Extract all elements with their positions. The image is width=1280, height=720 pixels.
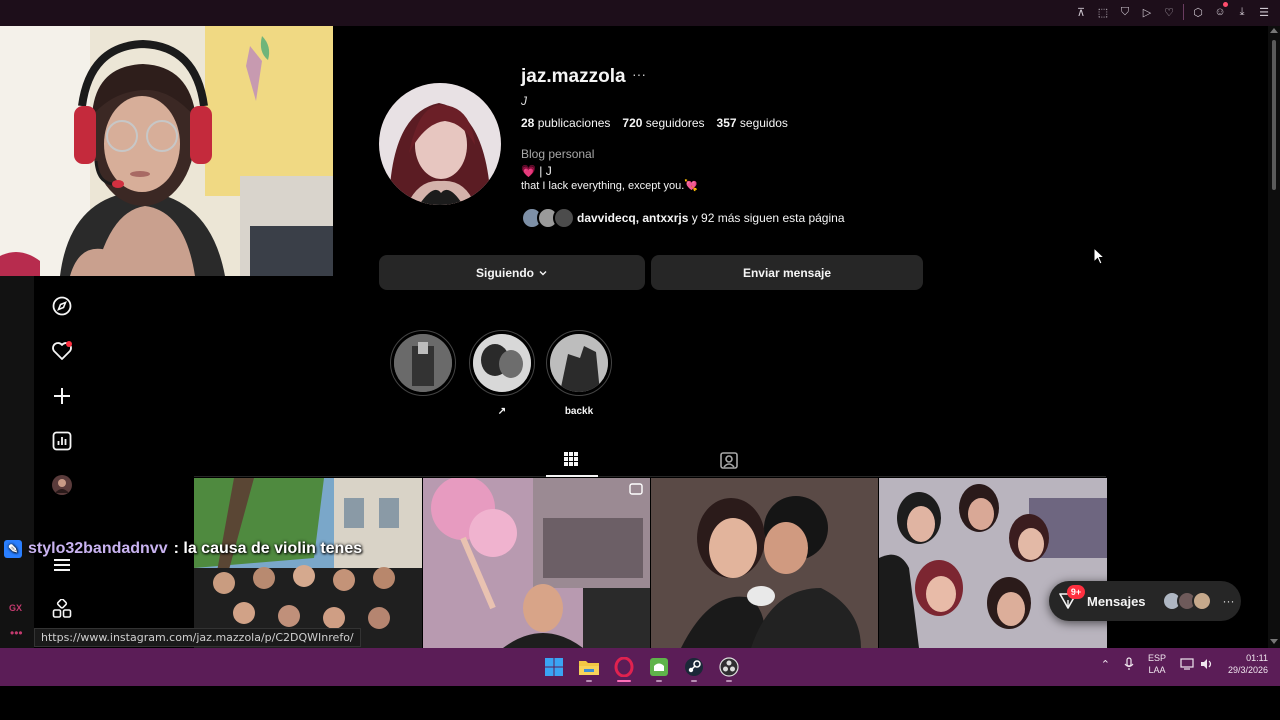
windows-start-icon[interactable] bbox=[540, 653, 568, 681]
conversation-avatars bbox=[1161, 591, 1212, 611]
heart-icon[interactable]: ♡ bbox=[1161, 4, 1177, 20]
browser-toolbar: ⊼ ⬚ ⛉ ▷ ♡ ⬡ ☺ ⤓ ☰ bbox=[0, 0, 1280, 26]
instagram-profile-page: GX ••• jaz.mazzola ··· J 28 publicacione… bbox=[0, 26, 1268, 648]
taskbar-apps bbox=[540, 653, 743, 682]
download-icon[interactable]: ⤓ bbox=[1234, 4, 1250, 20]
posts-grid-tab-icon[interactable] bbox=[559, 447, 583, 471]
opera-gx-icon[interactable] bbox=[610, 653, 638, 682]
system-tray: ⌃ ESP LAA 01:11 29/3/2026 bbox=[1101, 652, 1268, 676]
input-language[interactable]: ESP LAA bbox=[1148, 652, 1166, 676]
story-highlight[interactable] bbox=[390, 330, 456, 406]
posts-stat: 28 publicaciones bbox=[521, 116, 611, 130]
chevron-up-icon[interactable]: ⌃ bbox=[1101, 658, 1110, 671]
followed-by[interactable]: davvidecq, antxxrjs y 92 más siguen esta… bbox=[521, 207, 845, 229]
profile-stats: 28 publicaciones 720 seguidores 357 segu… bbox=[521, 116, 788, 130]
post-thumbnail[interactable] bbox=[879, 478, 1107, 648]
scrollbar-thumb[interactable] bbox=[1272, 40, 1276, 190]
steam-icon[interactable] bbox=[680, 653, 708, 682]
running-indicator bbox=[726, 680, 732, 682]
profile-bio-line: 💗 | J bbox=[521, 164, 552, 178]
microphone-icon[interactable] bbox=[1124, 657, 1134, 671]
story-highlight[interactable]: ↗ bbox=[469, 330, 535, 417]
windows-taskbar: ⌃ ESP LAA 01:11 29/3/2026 bbox=[0, 648, 1280, 686]
clock-date: 29/3/2026 bbox=[1227, 665, 1268, 675]
chat-username: stylo32bandadnvv bbox=[28, 540, 168, 557]
play-icon[interactable]: ▷ bbox=[1139, 4, 1155, 20]
volume-icon bbox=[1200, 659, 1212, 669]
letterbox-bar bbox=[0, 686, 1280, 720]
also-from-meta-icon[interactable] bbox=[44, 591, 80, 627]
network-icon bbox=[1180, 658, 1194, 670]
mouse-cursor-icon bbox=[1093, 246, 1106, 270]
chat-message-text: : la causa de violin tenes bbox=[173, 540, 363, 557]
post-thumbnail[interactable] bbox=[423, 478, 650, 648]
create-icon[interactable] bbox=[44, 378, 80, 414]
keyboard-layout: LAA bbox=[1148, 665, 1166, 675]
tray-status-icons[interactable] bbox=[1180, 658, 1214, 670]
active-app-indicator bbox=[617, 680, 631, 682]
following-button-label: Siguiendo bbox=[476, 265, 534, 280]
dashboard-icon[interactable] bbox=[44, 423, 80, 459]
webcam-overlay bbox=[0, 26, 333, 276]
followed-by-text: davvidecq, antxxrjs y 92 más siguen esta… bbox=[577, 211, 845, 225]
scroll-down-icon[interactable] bbox=[1270, 639, 1278, 644]
profile-icon[interactable]: ☺ bbox=[1212, 2, 1228, 20]
messages-label: Mensajes bbox=[1087, 593, 1146, 609]
link-status-bar: https://www.instagram.com/jaz.mazzola/p/… bbox=[34, 628, 361, 647]
tagged-tab-icon[interactable] bbox=[719, 450, 739, 470]
clock[interactable]: 01:11 29/3/2026 bbox=[1228, 652, 1268, 676]
explore-icon[interactable] bbox=[44, 288, 80, 324]
language-code: ESP bbox=[1147, 653, 1166, 663]
running-indicator bbox=[691, 680, 697, 682]
page-scrollbar[interactable] bbox=[1268, 26, 1280, 648]
send-message-button[interactable]: Enviar mensaje bbox=[651, 255, 923, 290]
shield-icon[interactable]: ⛉ bbox=[1117, 4, 1133, 20]
gx-label[interactable]: GX bbox=[9, 603, 22, 613]
clock-time: 01:11 bbox=[1246, 653, 1268, 663]
stream-chat-message: ✎ stylo32bandadnvv : la causa de violin … bbox=[4, 540, 362, 558]
post-thumbnail[interactable] bbox=[194, 478, 422, 648]
running-indicator bbox=[586, 680, 592, 682]
avatar bbox=[1191, 591, 1212, 611]
more-options-icon[interactable]: ··· bbox=[1223, 594, 1235, 608]
sidebar-more-icon[interactable]: ••• bbox=[10, 626, 23, 640]
story-highlight-label: backk bbox=[564, 406, 594, 417]
following-stat[interactable]: 357 seguidos bbox=[717, 116, 788, 130]
post-thumbnail[interactable] bbox=[651, 478, 878, 648]
toolbar-divider bbox=[1183, 4, 1184, 20]
active-tab-indicator bbox=[546, 475, 598, 477]
file-explorer-icon[interactable] bbox=[575, 653, 603, 682]
screenshot-icon[interactable]: ⬚ bbox=[1095, 4, 1111, 20]
scroll-up-icon[interactable] bbox=[1270, 28, 1278, 33]
running-indicator bbox=[656, 680, 662, 682]
following-button[interactable]: Siguiendo bbox=[379, 255, 645, 290]
follower-avatars bbox=[521, 207, 575, 229]
unread-badge: 9+ bbox=[1067, 585, 1085, 599]
profile-picture[interactable] bbox=[379, 83, 501, 205]
chat-badge-icon: ✎ bbox=[4, 540, 22, 558]
profile-bio-line: that I lack everything, except you.💘 bbox=[521, 180, 698, 192]
obs-icon[interactable] bbox=[715, 653, 743, 682]
menu-icon[interactable]: ☰ bbox=[1256, 4, 1272, 20]
profile-options-icon[interactable]: ··· bbox=[632, 66, 646, 82]
tabs-divider bbox=[194, 476, 1106, 477]
notifications-icon[interactable] bbox=[44, 333, 80, 369]
android-app-icon[interactable] bbox=[645, 653, 673, 682]
messages-widget[interactable]: 9+ Mensajes ··· bbox=[1049, 581, 1241, 621]
profile-display-name: J bbox=[521, 94, 527, 108]
extensions-icon[interactable]: ⬡ bbox=[1190, 4, 1206, 20]
story-highlight[interactable]: backk bbox=[546, 330, 612, 417]
profile-avatar[interactable] bbox=[44, 467, 80, 503]
profile-username: jaz.mazzola bbox=[521, 66, 626, 87]
followers-stat[interactable]: 720 seguidores bbox=[622, 116, 704, 130]
story-highlight-label: ↗ bbox=[497, 406, 507, 417]
chevron-down-icon bbox=[539, 270, 547, 275]
avatar bbox=[553, 207, 575, 229]
profile-category: Blog personal bbox=[521, 147, 595, 161]
pin-icon[interactable]: ⊼ bbox=[1073, 4, 1089, 20]
